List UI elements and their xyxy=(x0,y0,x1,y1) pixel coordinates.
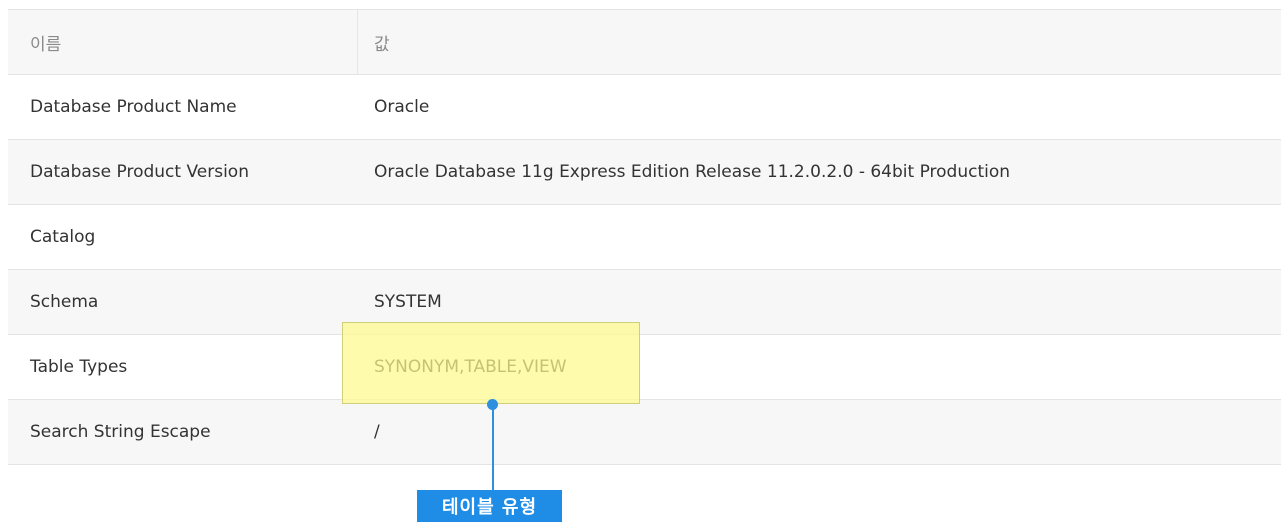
table-types-highlight xyxy=(342,322,640,404)
row-value xyxy=(358,205,1281,269)
row-name: Schema xyxy=(30,292,99,312)
header-value: 값 xyxy=(374,34,390,55)
table-row: Database Product Name Oracle xyxy=(8,75,1281,140)
annotation-callout: 테이블 유형 xyxy=(417,490,562,522)
row-name: Catalog xyxy=(30,227,96,247)
properties-table: 이름 값 Database Product Name Oracle Databa… xyxy=(8,9,1281,465)
annotation-connector-dot xyxy=(487,399,498,410)
row-value: Oracle Database 11g Express Edition Rele… xyxy=(374,162,1011,182)
annotation-connector-line xyxy=(492,404,494,496)
table-row: Schema SYSTEM xyxy=(8,270,1281,335)
row-name: Search String Escape xyxy=(30,422,211,442)
table-header-row: 이름 값 xyxy=(8,10,1281,75)
row-name: Database Product Name xyxy=(30,97,237,117)
table-row: Search String Escape / xyxy=(8,400,1281,465)
table-row: Database Product Version Oracle Database… xyxy=(8,140,1281,205)
table-row: Table Types SYNONYM,TABLE,VIEW xyxy=(8,335,1281,400)
table-row: Catalog xyxy=(8,205,1281,270)
row-value: Oracle xyxy=(374,97,430,117)
row-name: Database Product Version xyxy=(30,162,249,182)
row-value: / xyxy=(374,422,380,442)
row-name: Table Types xyxy=(30,357,128,377)
header-name: 이름 xyxy=(8,10,358,74)
